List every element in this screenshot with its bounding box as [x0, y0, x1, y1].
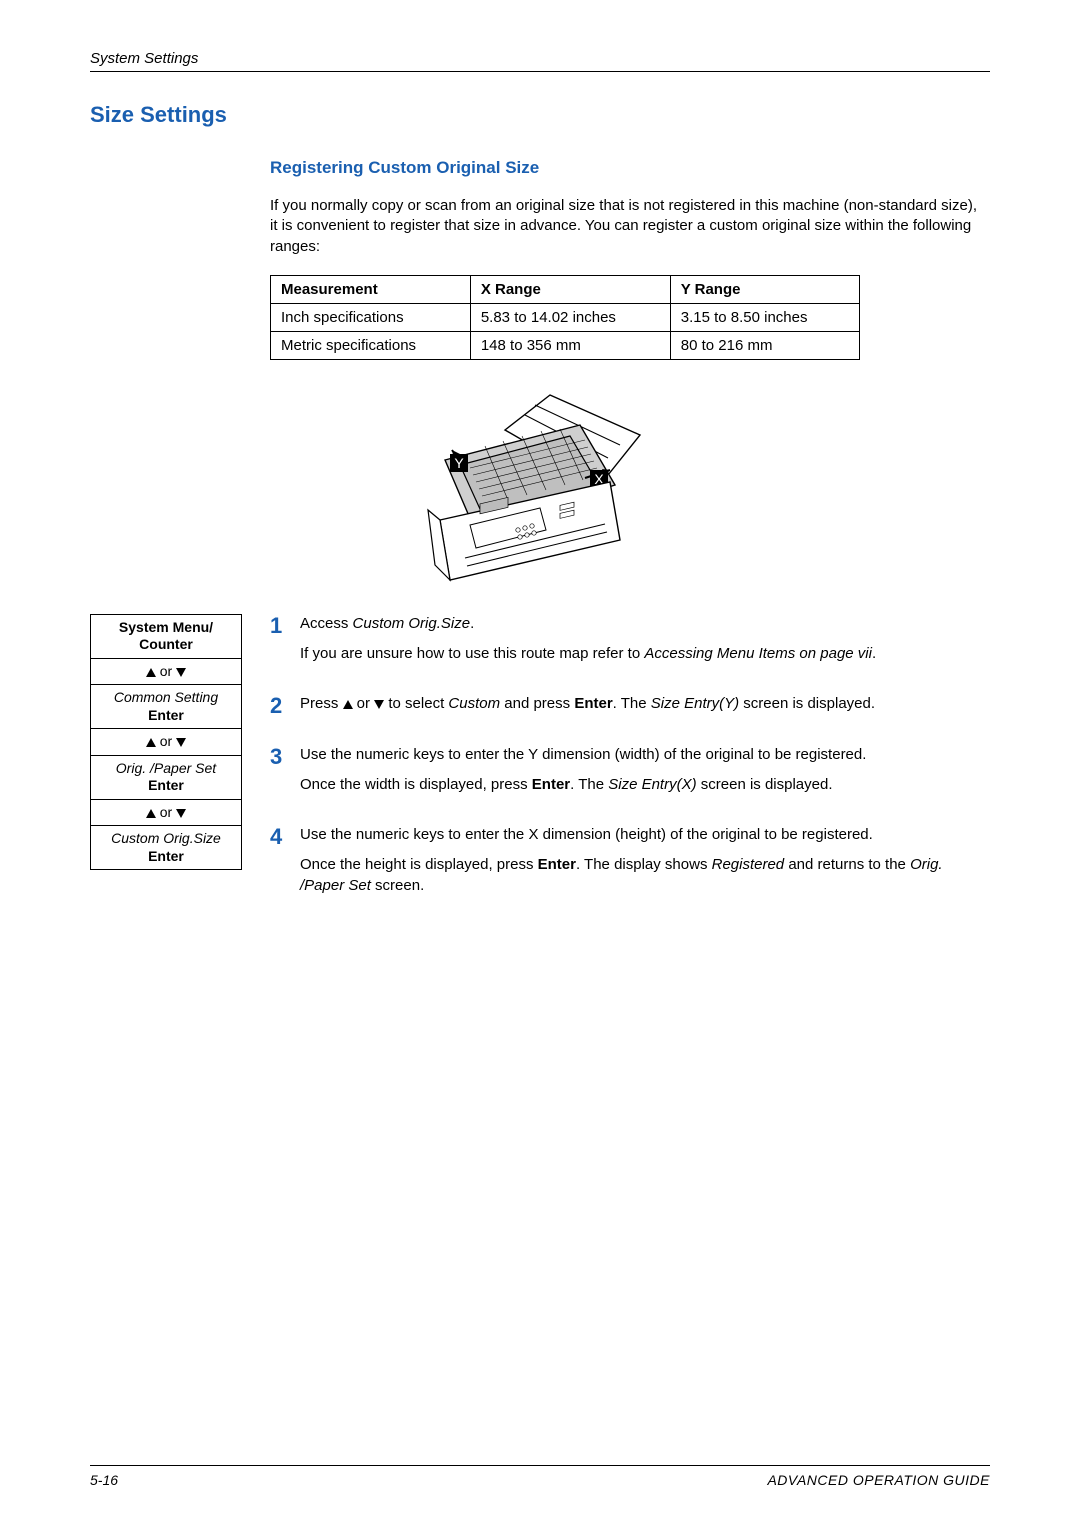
rm-item-orig-paper: Orig. /Paper Set Enter: [91, 756, 241, 800]
rm-updown: or: [91, 800, 241, 827]
step-4: 4 Use the numeric keys to enter the X di…: [270, 825, 990, 906]
step1-line1: Access Custom Orig.Size.: [300, 614, 990, 634]
step3-line2: Once the width is displayed, press Enter…: [300, 775, 990, 795]
intro-paragraph: If you normally copy or scan from an ori…: [270, 196, 980, 257]
rm-title: System Menu/ Counter: [91, 615, 241, 659]
table-row: Inch specifications 5.83 to 14.02 inches…: [271, 303, 860, 331]
step4-line1: Use the numeric keys to enter the X dime…: [300, 825, 990, 845]
rm-updown: or: [91, 729, 241, 756]
table-row: Metric specifications 148 to 356 mm 80 t…: [271, 331, 860, 359]
lower-section: System Menu/ Counter or Common Setting E…: [90, 614, 990, 926]
th-y-range: Y Range: [670, 275, 859, 303]
rm-item-custom-orig: Custom Orig.Size Enter: [91, 826, 241, 869]
steps-list: 1 Access Custom Orig.Size. If you are un…: [270, 614, 990, 926]
size-range-table: Measurement X Range Y Range Inch specifi…: [270, 275, 860, 360]
step-1: 1 Access Custom Orig.Size. If you are un…: [270, 614, 990, 675]
rm-updown: or: [91, 659, 241, 686]
up-arrow-icon: [343, 700, 353, 709]
guide-title: ADVANCED OPERATION GUIDE: [767, 1472, 990, 1488]
th-x-range: X Range: [470, 275, 670, 303]
scanner-illustration: X Y: [90, 390, 990, 604]
y-label: Y: [454, 455, 464, 471]
footer-rule: [90, 1465, 990, 1466]
down-arrow-icon: [176, 668, 186, 677]
page-footer: 5-16 ADVANCED OPERATION GUIDE: [90, 1465, 990, 1488]
up-arrow-icon: [146, 738, 156, 747]
page: System Settings Size Settings Registerin…: [0, 0, 1080, 1528]
rm-item-common: Common Setting Enter: [91, 685, 241, 729]
heading-size-settings: Size Settings: [90, 102, 990, 128]
header-rule: [90, 71, 990, 72]
step2-line1: Press or to select Custom and press Ente…: [300, 694, 990, 714]
page-number: 5-16: [90, 1472, 118, 1488]
up-arrow-icon: [146, 809, 156, 818]
heading-registering-custom: Registering Custom Original Size: [270, 158, 990, 178]
th-measurement: Measurement: [271, 275, 471, 303]
down-arrow-icon: [176, 738, 186, 747]
step1-line2: If you are unsure how to use this route …: [300, 644, 990, 664]
scanner-icon: X Y: [410, 390, 670, 600]
step-2: 2 Press or to select Custom and press En…: [270, 694, 990, 724]
step-3: 3 Use the numeric keys to enter the Y di…: [270, 745, 990, 806]
down-arrow-icon: [374, 700, 384, 709]
step3-line1: Use the numeric keys to enter the Y dime…: [300, 745, 990, 765]
header-left: System Settings: [90, 50, 198, 67]
table-header-row: Measurement X Range Y Range: [271, 275, 860, 303]
step4-line2: Once the height is displayed, press Ente…: [300, 855, 990, 896]
route-map: System Menu/ Counter or Common Setting E…: [90, 614, 270, 926]
page-header: System Settings: [90, 50, 990, 71]
down-arrow-icon: [176, 809, 186, 818]
up-arrow-icon: [146, 668, 156, 677]
